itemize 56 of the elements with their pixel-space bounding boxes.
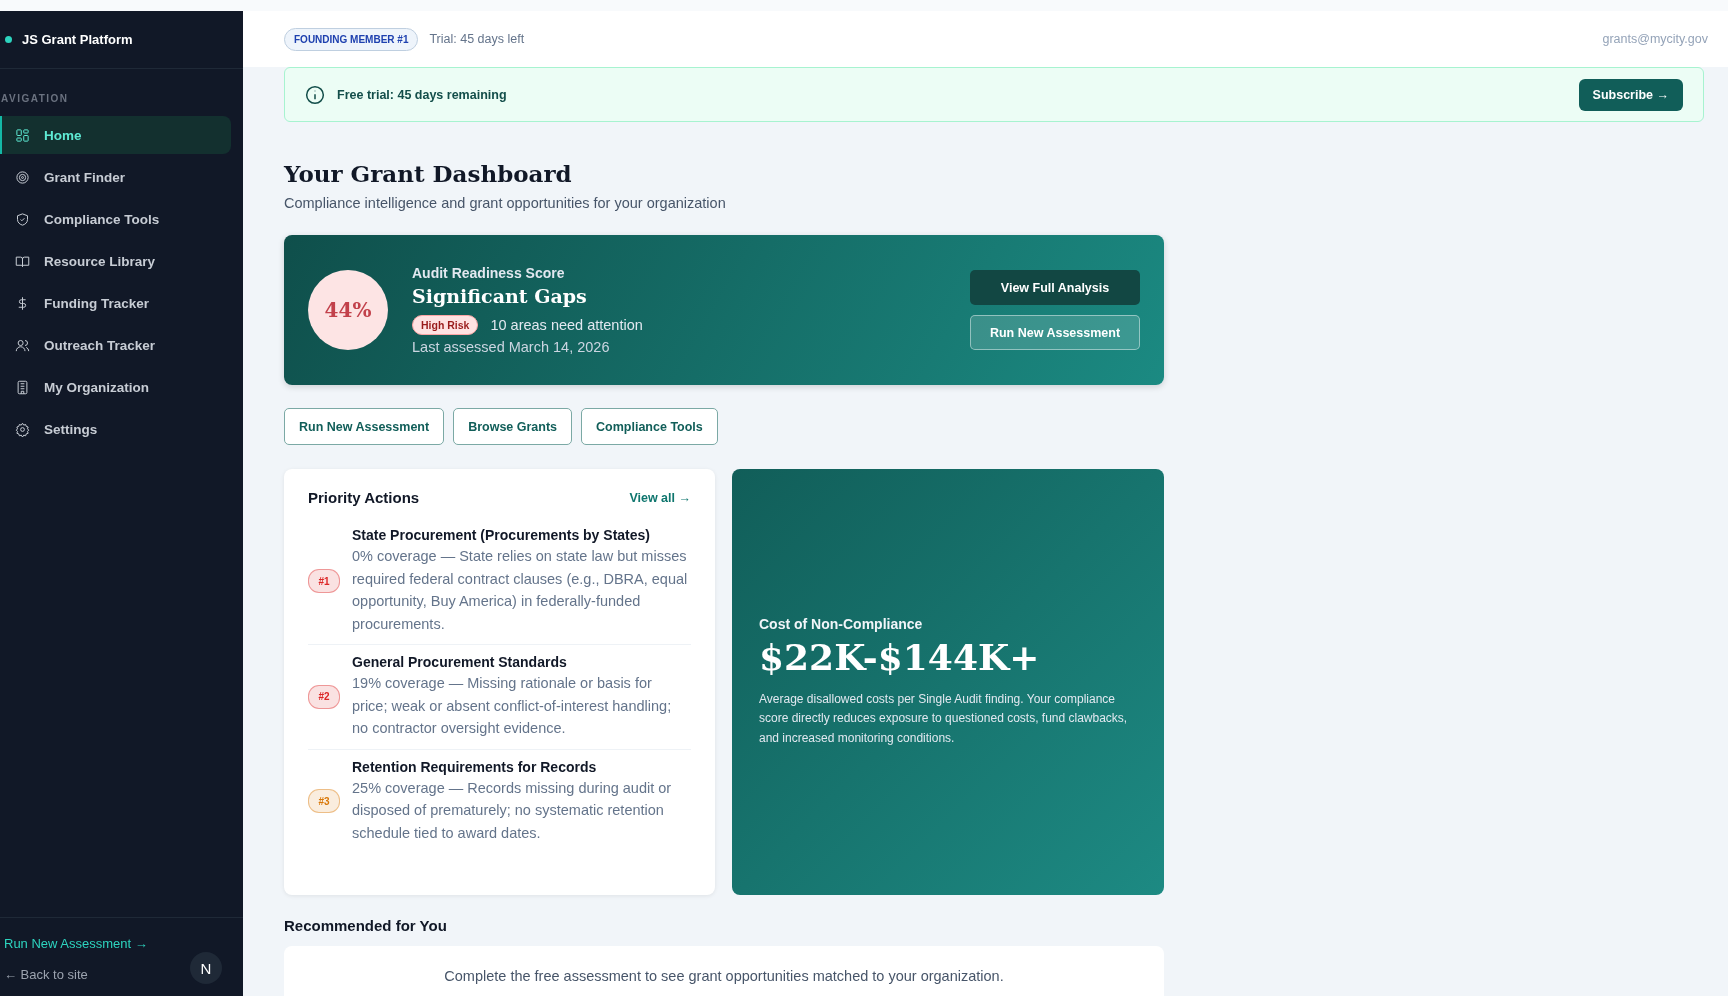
status-dot: [5, 36, 12, 43]
nav-item[interactable]: My Organization: [0, 368, 231, 406]
gear-icon: [15, 421, 30, 437]
building-icon: [15, 379, 30, 395]
shield-icon: [15, 211, 30, 227]
view-all-link[interactable]: View all →: [629, 490, 691, 505]
rank-badge: #1: [308, 569, 340, 593]
back-link[interactable]: ← Back to site: [4, 967, 88, 982]
nav-item[interactable]: Compliance Tools: [0, 200, 231, 238]
page-title: Your Grant Dashboard: [284, 160, 573, 187]
page-subtitle: Compliance intelligence and grant opportunities for your organization: [284, 195, 727, 211]
score-circle: 44%: [308, 270, 388, 350]
trial-text: Trial: 45 days left: [429, 32, 525, 46]
target-icon: [15, 169, 30, 185]
analysis-button[interactable]: View Full Analysis: [970, 270, 1140, 305]
section-label: AVIGATION: [0, 92, 70, 106]
action-detail: 0% coverage — State relies on state law but misses required federal contract clauses (e.g., DBRA, equal opportunity, Buy America) in federally-funded procurements.: [352, 547, 689, 634]
score-status: Significant Gaps: [412, 285, 588, 307]
card-title: Priority Actions: [308, 489, 420, 506]
grid-icon: [15, 127, 30, 143]
nav-item[interactable]: Funding Tracker: [0, 284, 231, 322]
assessment-button[interactable]: Run New Assessment: [970, 315, 1140, 350]
nav-item[interactable]: Resource Library: [0, 242, 231, 280]
rank-badge: #2: [308, 684, 340, 709]
action-title: Retention Requirements for Records: [352, 758, 598, 775]
dev-badge[interactable]: N: [190, 952, 222, 984]
nav-item[interactable]: Settings: [0, 410, 231, 448]
user-email: grants@mycity.gov: [1602, 32, 1708, 46]
book-icon: [15, 253, 30, 269]
action-title: State Procurement (Procurements by States): [352, 527, 651, 543]
banner-message: Free trial: 45 days remaining: [337, 87, 507, 102]
users-icon: [15, 337, 30, 353]
section-title: Recommended for You: [284, 917, 448, 934]
cost-amount: $22K-$144K+: [759, 635, 1041, 678]
cost-label: Cost of Non-Compliance: [759, 615, 924, 632]
areas-text: 10 areas need attention: [490, 317, 643, 333]
nav-item[interactable]: Home: [0, 116, 231, 154]
member-badge: FOUNDING MEMBER #1: [284, 27, 419, 51]
action-detail: 19% coverage — Missing rationale or basis for price; weak or absent conflict-of-interest handling; no contractor oversight evidence.: [352, 674, 673, 738]
brand-name: JS Grant Platform: [22, 32, 133, 47]
quick-action-button[interactable]: Run New Assessment: [284, 408, 445, 445]
last-assessed: Last assessed March 14, 2026: [412, 339, 611, 355]
info-icon: [305, 84, 325, 105]
quick-action-button[interactable]: Compliance Tools: [581, 408, 718, 445]
score-label: Audit Readiness Score: [412, 265, 566, 281]
subscribe-button[interactable]: Subscribe →: [1578, 78, 1683, 111]
cost-description: Average disallowed costs per Single Audit finding. Your compliance score directly reduces exposure to questioned costs, fund clawbacks, and increased monitoring conditions.: [759, 690, 1129, 747]
nav-item[interactable]: Outreach Tracker: [0, 326, 231, 364]
rank-badge: #3: [308, 789, 340, 814]
risk-badge: High Risk: [412, 315, 479, 335]
nav-item[interactable]: Grant Finder: [0, 158, 231, 196]
action-detail: 25% coverage — Records missing during audit or disposed of prematurely; no systematic retention schedule tied to award dates.: [352, 778, 673, 843]
action-title: General Procurement Standards: [352, 654, 568, 670]
assessment-link[interactable]: Run New Assessment →: [4, 936, 148, 951]
recommended-message: Complete the free assessment to see grant opportunities matched to your organization.: [444, 968, 1004, 984]
quick-action-button[interactable]: Browse Grants: [453, 408, 573, 445]
